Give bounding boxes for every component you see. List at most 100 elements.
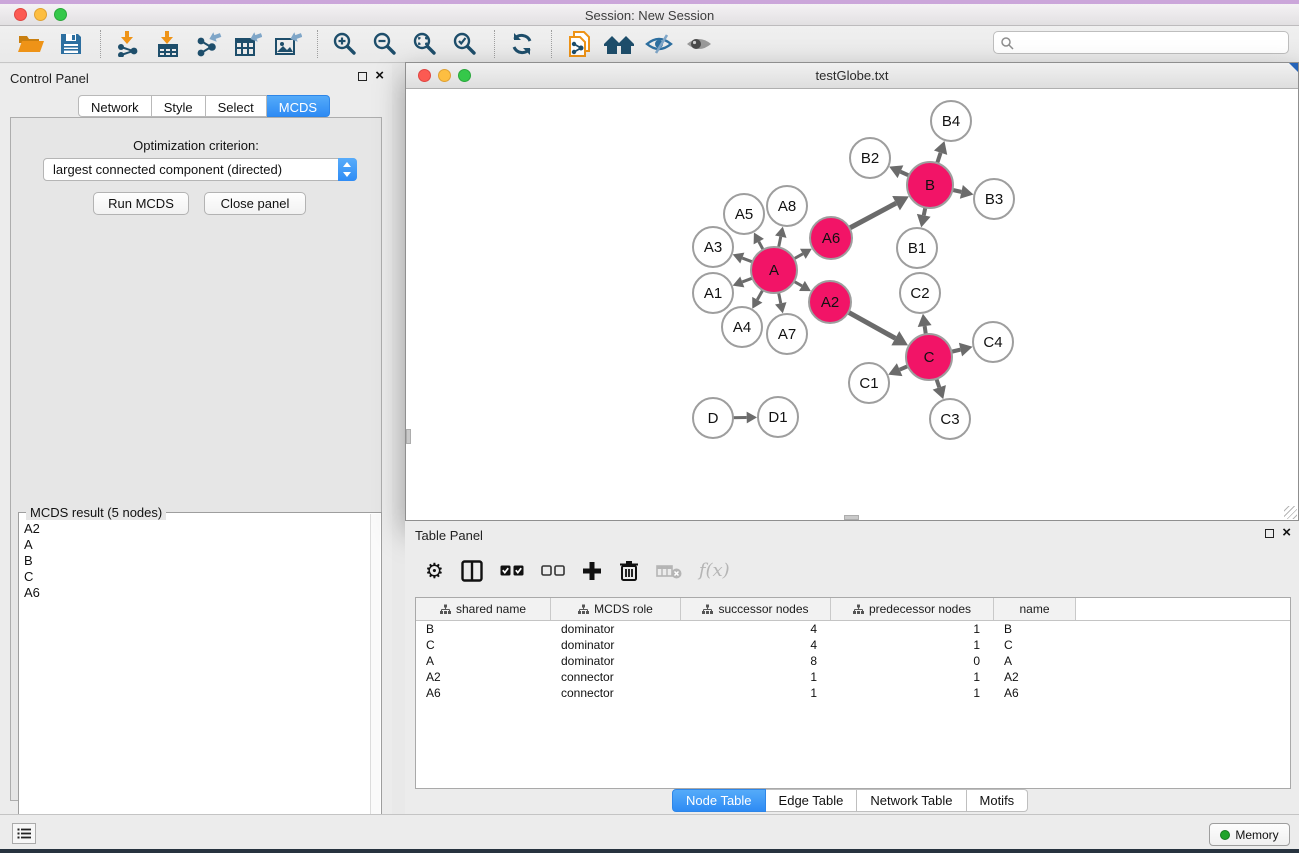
graph-node-B[interactable]: B (907, 162, 953, 208)
tab-motifs[interactable]: Motifs (967, 789, 1029, 812)
add-column-icon[interactable] (582, 561, 602, 581)
open-session-icon[interactable] (14, 30, 48, 58)
zoom-in-icon[interactable] (328, 30, 362, 58)
result-scrollbar[interactable] (370, 514, 380, 846)
graph-node-C1[interactable]: C1 (849, 363, 889, 403)
float-table-panel-icon[interactable] (1265, 529, 1274, 538)
table-row[interactable]: A2connector11A2 (416, 669, 1290, 685)
memory-status-icon (1220, 830, 1230, 840)
float-panel-icon[interactable] (358, 72, 367, 81)
refresh-icon[interactable] (505, 30, 539, 58)
export-image-icon[interactable] (271, 30, 305, 58)
tab-network-table[interactable]: Network Table (857, 789, 966, 812)
toolbar-separator (317, 30, 318, 58)
search-input[interactable] (1014, 36, 1288, 50)
tab-style[interactable]: Style (152, 95, 206, 117)
table-panel: Table Panel × ⚙ f(x) shared nameMCDS rol… (405, 521, 1299, 814)
memory-button[interactable]: Memory (1209, 823, 1290, 846)
column-header-mcds-role[interactable]: MCDS role (551, 598, 681, 620)
tab-mcds[interactable]: MCDS (267, 95, 330, 117)
result-item[interactable]: A2 (21, 521, 369, 537)
table-cell: 1 (831, 637, 994, 653)
table-row[interactable]: Cdominator41C (416, 637, 1290, 653)
graph-node-A6[interactable]: A6 (810, 217, 852, 259)
mcds-result-list: A2ABCA6 (21, 521, 369, 845)
export-table-icon[interactable] (231, 30, 265, 58)
table-row[interactable]: Adominator80A (416, 653, 1290, 669)
result-item[interactable]: C (21, 569, 369, 585)
home-icon[interactable] (602, 30, 636, 58)
vertical-scroll-thumb[interactable] (406, 429, 411, 444)
graph-node-C3[interactable]: C3 (930, 399, 970, 439)
function-builder-icon[interactable]: f(x) (699, 560, 730, 581)
close-panel-button[interactable]: Close panel (204, 192, 306, 215)
column-header-filler (1076, 598, 1290, 620)
graph-node-A[interactable]: A (751, 247, 797, 293)
zoom-out-icon[interactable] (368, 30, 402, 58)
graph-node-B3[interactable]: B3 (974, 179, 1014, 219)
clone-network-icon[interactable] (562, 30, 596, 58)
graph-node-A3[interactable]: A3 (693, 227, 733, 267)
export-network-icon[interactable] (191, 30, 225, 58)
search-field[interactable] (993, 31, 1289, 54)
tab-select[interactable]: Select (206, 95, 267, 117)
graph-node-A7[interactable]: A7 (767, 314, 807, 354)
horizontal-scroll-thumb[interactable] (844, 515, 859, 520)
column-header-name[interactable]: name (994, 598, 1076, 620)
graph-node-C2[interactable]: C2 (900, 273, 940, 313)
graph-node-D1[interactable]: D1 (758, 397, 798, 437)
node-label: A6 (822, 230, 840, 247)
unselect-all-columns-icon[interactable] (541, 565, 565, 577)
tab-network[interactable]: Network (78, 95, 152, 117)
resize-grip[interactable] (1284, 506, 1297, 519)
result-item[interactable]: A6 (21, 585, 369, 601)
search-icon (1000, 36, 1014, 50)
tab-edge-table[interactable]: Edge Table (766, 789, 858, 812)
result-item[interactable]: A (21, 537, 369, 553)
task-history-button[interactable] (12, 823, 36, 844)
graph-node-B4[interactable]: B4 (931, 101, 971, 141)
column-view-icon[interactable] (461, 560, 483, 582)
graph-node-A1[interactable]: A1 (693, 273, 733, 313)
table-cell: 1 (831, 669, 994, 685)
graph-node-D[interactable]: D (693, 398, 733, 438)
edge-arrowhead (960, 185, 974, 199)
mcds-panel: Optimization criterion: largest connecte… (10, 117, 382, 801)
column-header-successor-nodes[interactable]: successor nodes (681, 598, 831, 620)
graph-node-A8[interactable]: A8 (767, 186, 807, 226)
graph-node-B2[interactable]: B2 (850, 138, 890, 178)
delete-column-icon[interactable] (619, 560, 639, 582)
graph-node-C4[interactable]: C4 (973, 322, 1013, 362)
import-table-icon[interactable] (151, 30, 185, 58)
column-header-predecessor-nodes[interactable]: predecessor nodes (831, 598, 994, 620)
graph-node-B1[interactable]: B1 (897, 228, 937, 268)
delete-table-icon[interactable] (656, 563, 682, 579)
graph-node-C[interactable]: C (906, 334, 952, 380)
column-header-shared-name[interactable]: shared name (416, 598, 551, 620)
zoom-selected-icon[interactable] (448, 30, 482, 58)
graph-node-A2[interactable]: A2 (809, 281, 851, 323)
settings-gear-icon[interactable]: ⚙ (425, 561, 444, 581)
hide-eye-icon[interactable] (642, 30, 676, 58)
table-row[interactable]: Bdominator41B (416, 621, 1290, 637)
import-network-icon[interactable] (111, 30, 145, 58)
node-table-body: Bdominator41BCdominator41CAdominator80A A… (416, 621, 1290, 701)
table-row[interactable]: A6connector11A6 (416, 685, 1290, 701)
tab-node-table[interactable]: Node Table (672, 789, 766, 812)
graph-node-A5[interactable]: A5 (724, 194, 764, 234)
table-cell: B (416, 621, 551, 637)
select-all-columns-icon[interactable] (500, 565, 524, 577)
maximize-corner-icon[interactable] (1289, 63, 1298, 72)
network-window-titlebar[interactable]: testGlobe.txt (406, 63, 1298, 89)
show-eye-icon[interactable] (682, 30, 716, 58)
graph-node-A4[interactable]: A4 (722, 307, 762, 347)
result-item[interactable]: B (21, 553, 369, 569)
close-table-panel-icon[interactable]: × (1282, 528, 1291, 538)
run-mcds-button[interactable]: Run MCDS (93, 192, 189, 215)
save-session-icon[interactable] (54, 30, 88, 58)
close-panel-icon[interactable]: × (375, 71, 384, 81)
table-cell: connector (551, 669, 681, 685)
network-canvas[interactable]: B4 B2 B B3 A5A8 A6 A3 B1 A A1 C2 A2 A4A7 C4 C C1 C3 D D1 (407, 89, 1297, 519)
zoom-fit-icon[interactable] (408, 30, 442, 58)
optimization-criterion-select[interactable]: largest connected component (directed) (43, 158, 357, 181)
